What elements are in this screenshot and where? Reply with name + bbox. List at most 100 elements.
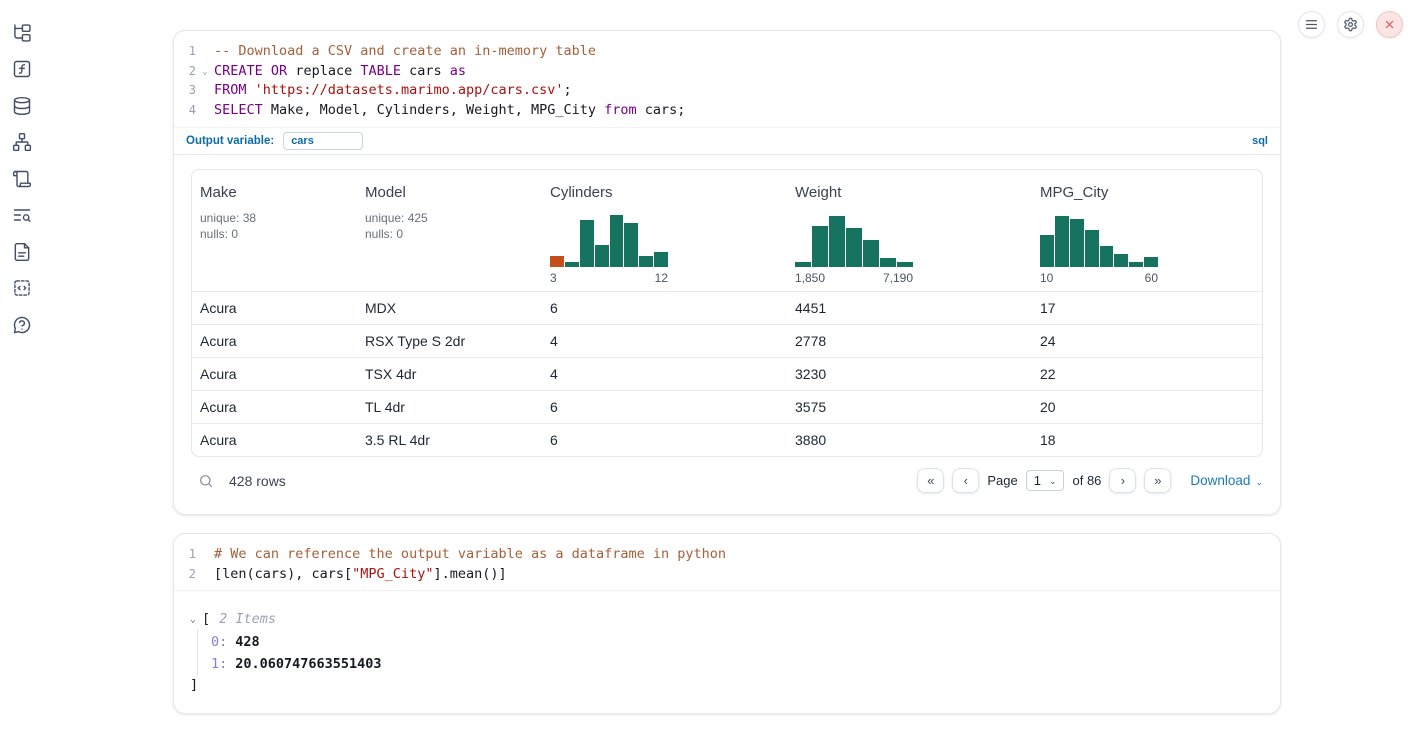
table-row[interactable]: AcuraTSX 4dr4323022 [192,357,1262,390]
table-cell: 22 [1032,366,1262,382]
fold-gutter-spacer [196,89,214,92]
column-header-cylinders[interactable]: Cylinders 3 12 [542,184,787,285]
function-square-icon[interactable] [12,59,33,80]
table-header: Make unique: 38 nulls: 0 Model unique: 4… [192,170,1262,291]
column-histogram[interactable]: 1,850 7,190 [795,215,913,285]
python-code-editor[interactable]: 1# We can reference the output variable … [174,534,1280,590]
snippets-icon[interactable] [12,278,33,299]
table-cell: Acura [192,333,357,349]
histogram-bar[interactable] [897,262,913,267]
text-search-icon[interactable] [12,205,33,226]
dependency-graph-icon[interactable] [12,132,33,153]
histogram-bar[interactable] [1085,230,1099,266]
table-cell: MDX [357,300,542,316]
column-stat-unique: unique: 425 [365,210,534,227]
shutdown-button[interactable] [1376,11,1403,38]
histogram-bars [795,215,913,267]
menu-button[interactable] [1298,11,1325,38]
last-page-button[interactable]: » [1144,468,1171,493]
code-token: ].mean()] [433,566,506,582]
code-line[interactable]: 2[len(cars), cars["MPG_City"].mean()] [174,564,1280,584]
histogram-bar[interactable] [863,240,879,267]
histogram-bar[interactable] [610,215,624,267]
column-histogram[interactable]: 3 12 [550,215,668,285]
histogram-bar[interactable] [1040,235,1054,267]
histogram-bar[interactable] [565,262,579,267]
table-cell: 4451 [787,300,1032,316]
histogram-bar[interactable] [654,252,668,267]
table-row[interactable]: Acura3.5 RL 4dr6388018 [192,423,1262,456]
code-line[interactable]: 4SELECT Make, Model, Cylinders, Weight, … [174,100,1280,120]
histogram-min-label: 10 [1040,271,1053,285]
column-header-make[interactable]: Make unique: 38 nulls: 0 [192,184,357,285]
settings-button[interactable] [1337,11,1364,38]
histogram-bar[interactable] [639,256,653,266]
histogram-bar[interactable] [1129,262,1143,267]
histogram-bar[interactable] [1055,216,1069,266]
column-title: MPG_City [1040,184,1254,201]
code-token [247,82,255,98]
code-line[interactable]: 3FROM 'https://datasets.marimo.app/cars.… [174,80,1280,100]
next-page-button[interactable]: › [1109,468,1136,493]
histogram-bar[interactable] [846,228,862,267]
code-token: TABLE [360,63,401,79]
page-select[interactable]: 1 ⌄ [1026,470,1065,491]
fold-chevron-icon[interactable]: ⌄ [196,64,214,77]
code-token: cars; [637,102,686,118]
column-header-model[interactable]: Model unique: 425 nulls: 0 [357,184,542,285]
column-histogram[interactable]: 10 60 [1040,215,1158,285]
table-cell: 2778 [787,333,1032,349]
table-cell: 3.5 RL 4dr [357,432,542,448]
code-line[interactable]: 1-- Download a CSV and create an in-memo… [174,41,1280,61]
document-icon[interactable] [12,241,33,262]
histogram-bar[interactable] [880,258,896,266]
histogram-bars [550,215,668,267]
chevron-down-icon: ⌄ [1255,474,1263,488]
histogram-max-label: 60 [1145,271,1158,285]
data-table: Make unique: 38 nulls: 0 Model unique: 4… [191,169,1263,457]
histogram-bar[interactable] [595,245,609,267]
histogram-bar[interactable] [1070,219,1084,267]
code-token: CREATE [214,63,263,79]
search-button[interactable] [198,473,214,489]
table-row[interactable]: AcuraMDX6445117 [192,291,1262,324]
list-item: 1: 20.060747663551403 [211,653,1264,676]
code-token: as [450,63,466,79]
histogram-bar[interactable] [795,262,811,267]
table-cell: Acura [192,366,357,382]
prev-page-button[interactable]: ‹ [952,468,979,493]
code-line[interactable]: 2⌄CREATE OR replace TABLE cars as [174,61,1280,81]
histogram-bar[interactable] [1144,257,1158,266]
histogram-bar[interactable] [580,220,594,267]
notebook-cell-python: 1# We can reference the output variable … [173,533,1281,714]
output-variable-input[interactable] [283,132,363,150]
close-bracket: ] [190,675,1264,695]
scroll-icon[interactable] [12,168,33,189]
file-tree-icon[interactable] [12,22,33,43]
sql-code-editor[interactable]: 1-- Download a CSV and create an in-memo… [174,31,1280,127]
collapse-chevron-icon[interactable]: ⌄ [190,614,202,625]
table-row[interactable]: AcuraRSX Type S 2dr4277824 [192,324,1262,357]
histogram-bar[interactable] [550,256,564,266]
histogram-bar[interactable] [812,226,828,267]
first-page-button[interactable]: « [917,468,944,493]
table-cell: 3880 [787,432,1032,448]
code-token: -- Download a CSV and create an in-memor… [214,43,596,59]
code-token: # We can reference the output variable a… [214,546,726,562]
histogram-bar[interactable] [1114,254,1128,267]
column-title: Cylinders [550,184,779,201]
output-variable-label: Output variable: [186,135,274,147]
code-token [263,63,271,79]
table-row[interactable]: AcuraTL 4dr6357520 [192,390,1262,423]
histogram-bar[interactable] [829,216,845,266]
help-icon[interactable] [12,314,33,335]
table-cell: 4 [542,333,787,349]
histogram-bar[interactable] [1100,246,1114,267]
column-header-mpg-city[interactable]: MPG_City 10 60 [1032,184,1262,285]
database-icon[interactable] [12,95,33,116]
list-item-index: 1: [211,656,227,672]
histogram-bar[interactable] [624,223,638,267]
column-header-weight[interactable]: Weight 1,850 7,190 [787,184,1032,285]
download-button[interactable]: Download ⌄ [1190,473,1263,488]
code-line[interactable]: 1# We can reference the output variable … [174,544,1280,564]
